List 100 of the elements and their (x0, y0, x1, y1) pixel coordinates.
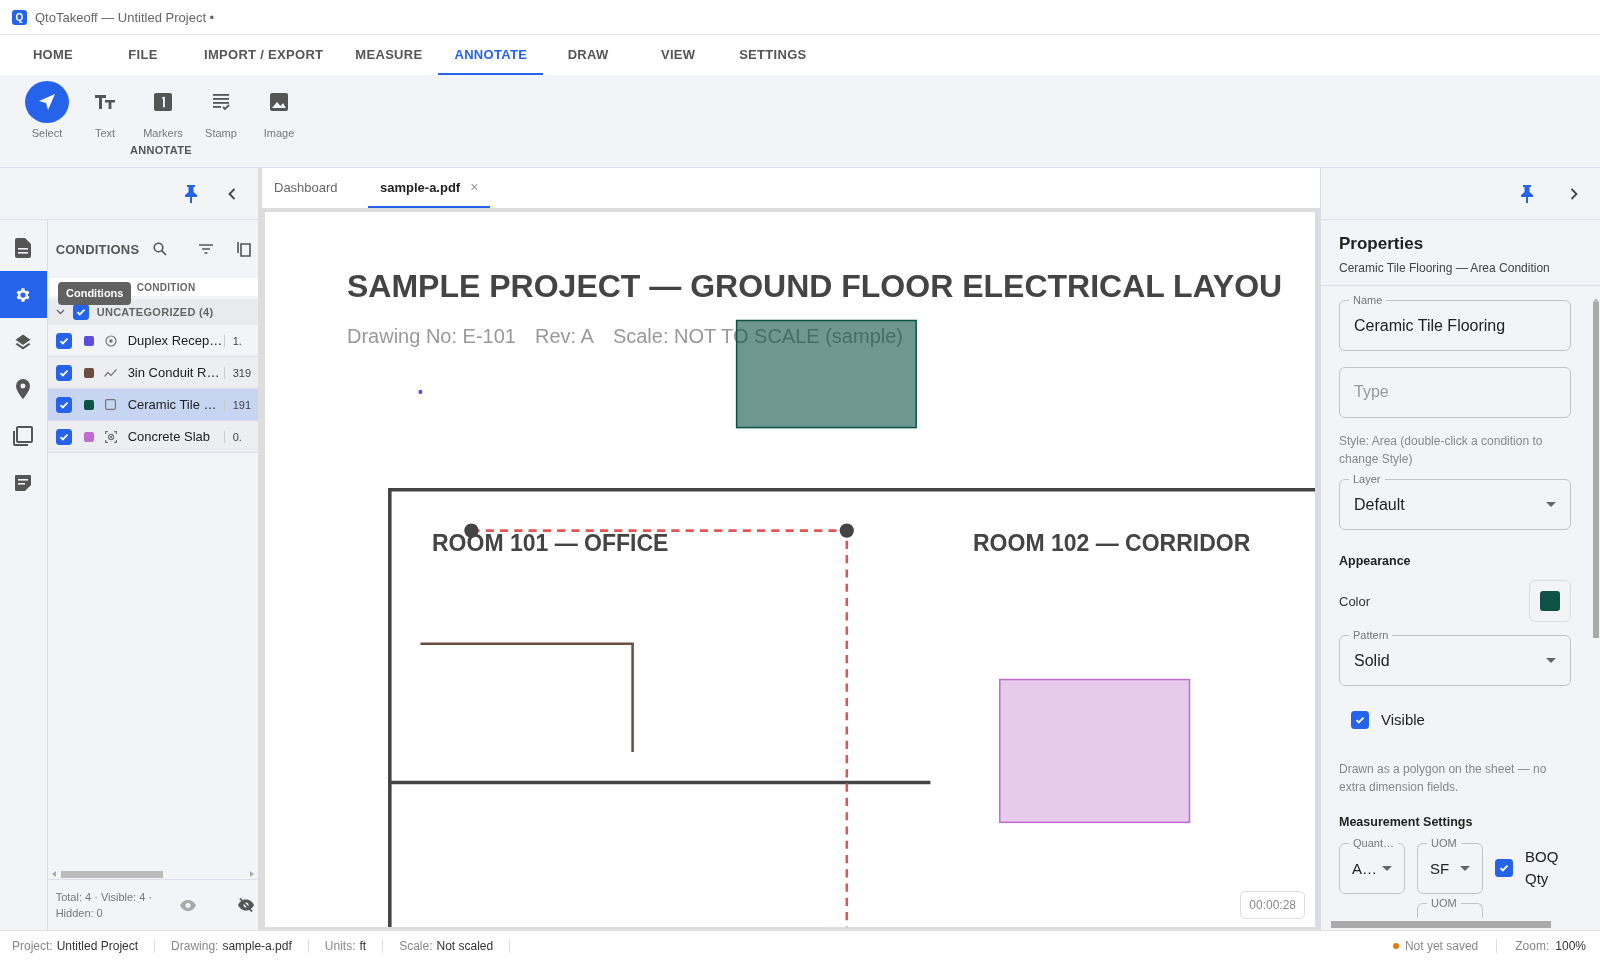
caret-icon (1546, 658, 1556, 664)
layers-icon (14, 332, 33, 351)
text-size-icon (95, 94, 115, 110)
checkbox[interactable] (55, 428, 72, 445)
sidebar-tab[interactable] (0, 271, 47, 318)
field-label: Color (1339, 593, 1371, 609)
pages-icon (13, 425, 34, 446)
drawing-info: Rev: A (534, 325, 594, 348)
group-label: ANNOTATE (130, 144, 193, 156)
help-text: Drawn as a polygon on the sheet — no extra dimension fields. (1339, 760, 1548, 796)
point-marker[interactable] (418, 389, 423, 394)
image-icon (269, 92, 289, 112)
tool-button[interactable]: Markers (136, 81, 190, 139)
save-status: Not yet saved (1404, 938, 1479, 953)
status-label: Scale: (399, 938, 433, 953)
sheet-title: SAMPLE PROJECT — GROUND FLOOR ELECTRICAL LAYOU (347, 268, 1283, 305)
target-icon (104, 334, 117, 347)
checkbox[interactable] (1351, 710, 1369, 729)
condition-name: Ceramic Tile … (127, 397, 218, 412)
navigation-arrow-icon (37, 92, 57, 112)
eye-off-icon[interactable] (237, 898, 254, 912)
caret-icon (1546, 502, 1556, 508)
group-label: UNCATEGORIZED (4) (96, 306, 214, 318)
menu-tab[interactable]: VIEW (633, 35, 724, 75)
status-label: Drawing: (171, 938, 219, 953)
status-value: Not scaled (436, 938, 494, 953)
menu-tab[interactable]: HOME (8, 35, 98, 75)
chevron-icon[interactable] (55, 309, 65, 315)
room-label: ROOM 101 — OFFICE (432, 530, 669, 557)
scrollbar-thumb[interactable] (1593, 302, 1599, 638)
menu-tab[interactable]: SETTINGS (723, 35, 823, 75)
condition-row[interactable]: 3in Conduit R… 319 (47, 357, 258, 389)
status-label: Project: (12, 938, 53, 953)
status-label: Units: (324, 938, 356, 953)
scrollbar-thumb[interactable] (1331, 920, 1551, 928)
field-label: Name (1349, 293, 1387, 307)
checkbox[interactable] (55, 396, 72, 413)
quantity-value: 319 (223, 366, 251, 379)
menu-tab[interactable]: FILE (98, 35, 188, 75)
condition-name: Duplex Recep… (127, 333, 222, 348)
note-icon (14, 473, 33, 492)
checkbox-label: BOQ Qty (1525, 847, 1560, 889)
field-label: Layer (1349, 472, 1385, 487)
section-heading: Measurement Settings (1339, 815, 1474, 830)
condition-name: 3in Conduit R… (127, 365, 221, 380)
condition-name: Concrete Slab (127, 429, 212, 444)
chevron-left-icon[interactable] (228, 187, 236, 200)
filter-icon[interactable] (199, 244, 214, 254)
quantity-value: 0. (223, 430, 242, 443)
document-tab[interactable]: sample-a.pdf × (368, 168, 491, 208)
checkbox[interactable] (1495, 859, 1513, 877)
panel-title: CONDITIONS (55, 241, 140, 257)
conduit-line[interactable] (420, 642, 634, 752)
panel-title: Properties (1339, 234, 1425, 254)
checkbox-label: Visible (1381, 711, 1425, 729)
checklist-icon (211, 92, 231, 112)
quantity-value: 191 (223, 398, 251, 411)
condition-row[interactable]: Ceramic Tile … 191 (47, 389, 258, 421)
panel-subtitle: Ceramic Tile Flooring — Area Condition (1339, 261, 1551, 275)
tooltip: Conditions (58, 282, 132, 305)
style-note: Style: Area (double-click a condition to change Style) (1339, 433, 1544, 469)
checkbox[interactable] (55, 332, 72, 349)
caret-icon (1460, 865, 1470, 871)
search-icon[interactable] (153, 242, 168, 256)
document-icon (15, 237, 32, 258)
crosshair-box-icon (104, 430, 117, 443)
timer: 00:00:28 (1240, 891, 1305, 919)
window-title: QtoTakeoff — Untitled Project • (35, 9, 215, 25)
drawing-info: Drawing No: E-101 (347, 325, 516, 348)
document-tab[interactable]: Dashboard (262, 168, 362, 208)
pin-icon[interactable] (1520, 184, 1534, 203)
caret-icon (1382, 865, 1392, 871)
zigzag-line-icon (104, 368, 118, 377)
chevron-right-icon[interactable] (1570, 187, 1578, 200)
scrollbar-thumb[interactable] (60, 870, 163, 878)
status-value: 100% (1555, 938, 1586, 953)
menu-tab[interactable]: MEASURE (339, 35, 439, 75)
summary-text: Total: 4 · Visible: 4 · Hidden: 0 (55, 890, 154, 921)
checkbox[interactable] (55, 364, 72, 381)
pin-icon[interactable] (184, 184, 198, 203)
condition-row[interactable]: Concrete Slab 0. (47, 421, 258, 453)
tool-button[interactable]: Image (252, 81, 306, 139)
app-logo: Q (12, 9, 27, 25)
tool-button[interactable]: Text (78, 81, 132, 139)
tool-button[interactable]: Stamp (194, 81, 248, 139)
copy-icon[interactable] (237, 241, 252, 257)
numbered-marker-icon (154, 93, 172, 111)
status-value: Untitled Project (56, 938, 139, 953)
status-label: Zoom: (1515, 938, 1550, 953)
color-picker-button[interactable] (1529, 580, 1571, 623)
room-label: ROOM 102 — CORRIDOR (973, 530, 1251, 557)
status-value: sample-a.pdf (222, 938, 292, 953)
quantity-value: 1. (223, 334, 242, 347)
location-pin-icon (16, 378, 31, 399)
square-icon (105, 399, 117, 410)
column-header: CONDITION (136, 281, 196, 293)
menu-tab[interactable]: IMPORT / EXPORT (188, 35, 340, 75)
menu-tab[interactable]: DRAW (543, 35, 634, 75)
status-value: ft (359, 938, 367, 953)
section-heading: Appearance (1339, 553, 1412, 568)
